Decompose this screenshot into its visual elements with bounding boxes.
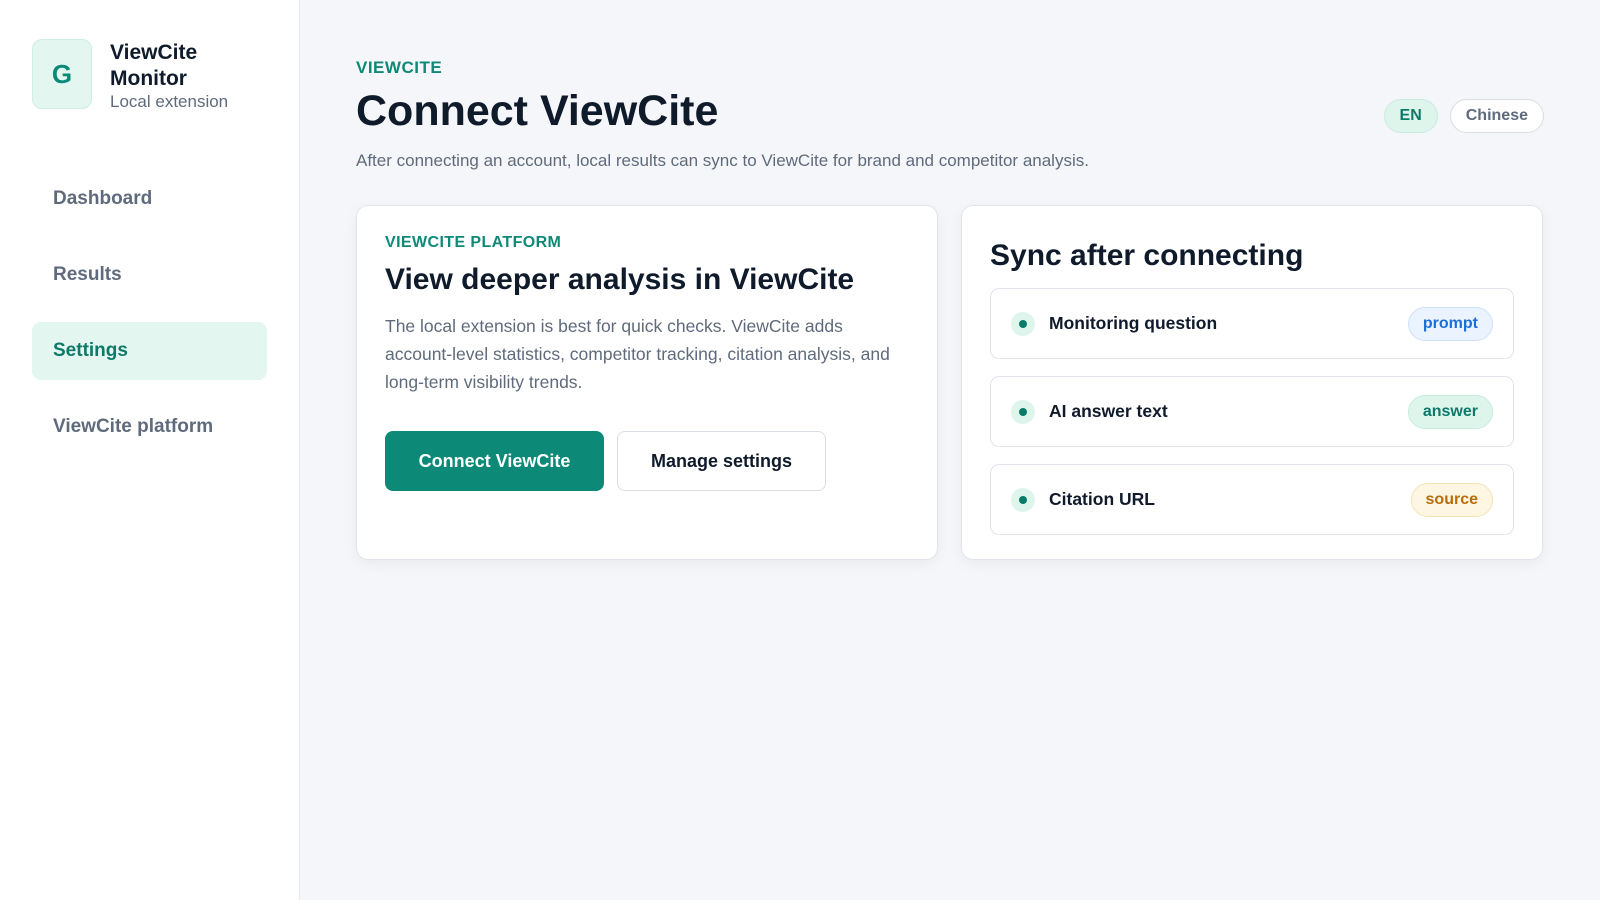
- sidebar: G ViewCite Monitor Local extension Dashb…: [0, 0, 300, 900]
- platform-card-text: The local extension is best for quick ch…: [385, 316, 890, 392]
- sidebar-item-dashboard[interactable]: Dashboard: [32, 170, 267, 228]
- status-dot-icon: [1011, 487, 1035, 512]
- cards-row: VIEWCITE PLATFORM View deeper analysis i…: [356, 205, 1544, 560]
- page-eyebrow: VIEWCITE: [356, 58, 443, 77]
- sync-list: Monitoring question prompt AI answer tex…: [990, 288, 1514, 535]
- sync-item-monitoring-question: Monitoring question prompt: [990, 288, 1514, 359]
- brand-logo: G: [32, 39, 92, 109]
- status-dot-icon: [1011, 399, 1035, 424]
- brand-text: ViewCite Monitor Local extension: [110, 39, 267, 112]
- sync-item-label: AI answer text: [1049, 401, 1168, 421]
- sync-item-citation-url: Citation URL source: [990, 464, 1514, 535]
- language-switch: EN Chinese: [1383, 99, 1544, 133]
- platform-card-actions: Connect ViewCite Manage settings: [385, 431, 909, 491]
- sync-item-tag: source: [1410, 482, 1493, 517]
- language-option-en[interactable]: EN: [1383, 99, 1438, 133]
- sidebar-nav: Dashboard Results Settings ViewCite plat…: [32, 170, 267, 456]
- connect-viewcite-button[interactable]: Connect ViewCite: [385, 431, 604, 491]
- sync-item-label: Monitoring question: [1049, 313, 1218, 333]
- language-option-chinese[interactable]: Chinese: [1449, 99, 1544, 133]
- brand-name: ViewCite Monitor: [110, 41, 198, 90]
- brand-subtitle: Local extension: [110, 92, 229, 111]
- main-content: VIEWCITE Connect ViewCite After connecti…: [300, 0, 1600, 900]
- sync-item-ai-answer-text: AI answer text answer: [990, 376, 1514, 447]
- sidebar-item-settings[interactable]: Settings: [32, 322, 267, 380]
- sidebar-item-results[interactable]: Results: [32, 246, 267, 304]
- status-dot-icon: [1011, 311, 1035, 336]
- sync-card-title: Sync after connecting: [990, 239, 1304, 272]
- platform-card: VIEWCITE PLATFORM View deeper analysis i…: [356, 205, 938, 560]
- page-title: Connect ViewCite: [356, 87, 719, 135]
- sync-card: Sync after connecting Monitoring questio…: [961, 205, 1543, 560]
- manage-settings-button[interactable]: Manage settings: [617, 431, 826, 491]
- sync-item-tag: answer: [1407, 394, 1493, 429]
- brand: G ViewCite Monitor Local extension: [32, 39, 267, 112]
- sync-item-tag: prompt: [1407, 306, 1493, 341]
- platform-card-title: View deeper analysis in ViewCite: [385, 263, 855, 296]
- page-description: After connecting an account, local resul…: [356, 151, 1089, 170]
- sync-item-label: Citation URL: [1049, 489, 1155, 509]
- sidebar-item-viewcite-platform[interactable]: ViewCite platform: [32, 398, 267, 456]
- platform-card-eyebrow: VIEWCITE PLATFORM: [385, 234, 562, 251]
